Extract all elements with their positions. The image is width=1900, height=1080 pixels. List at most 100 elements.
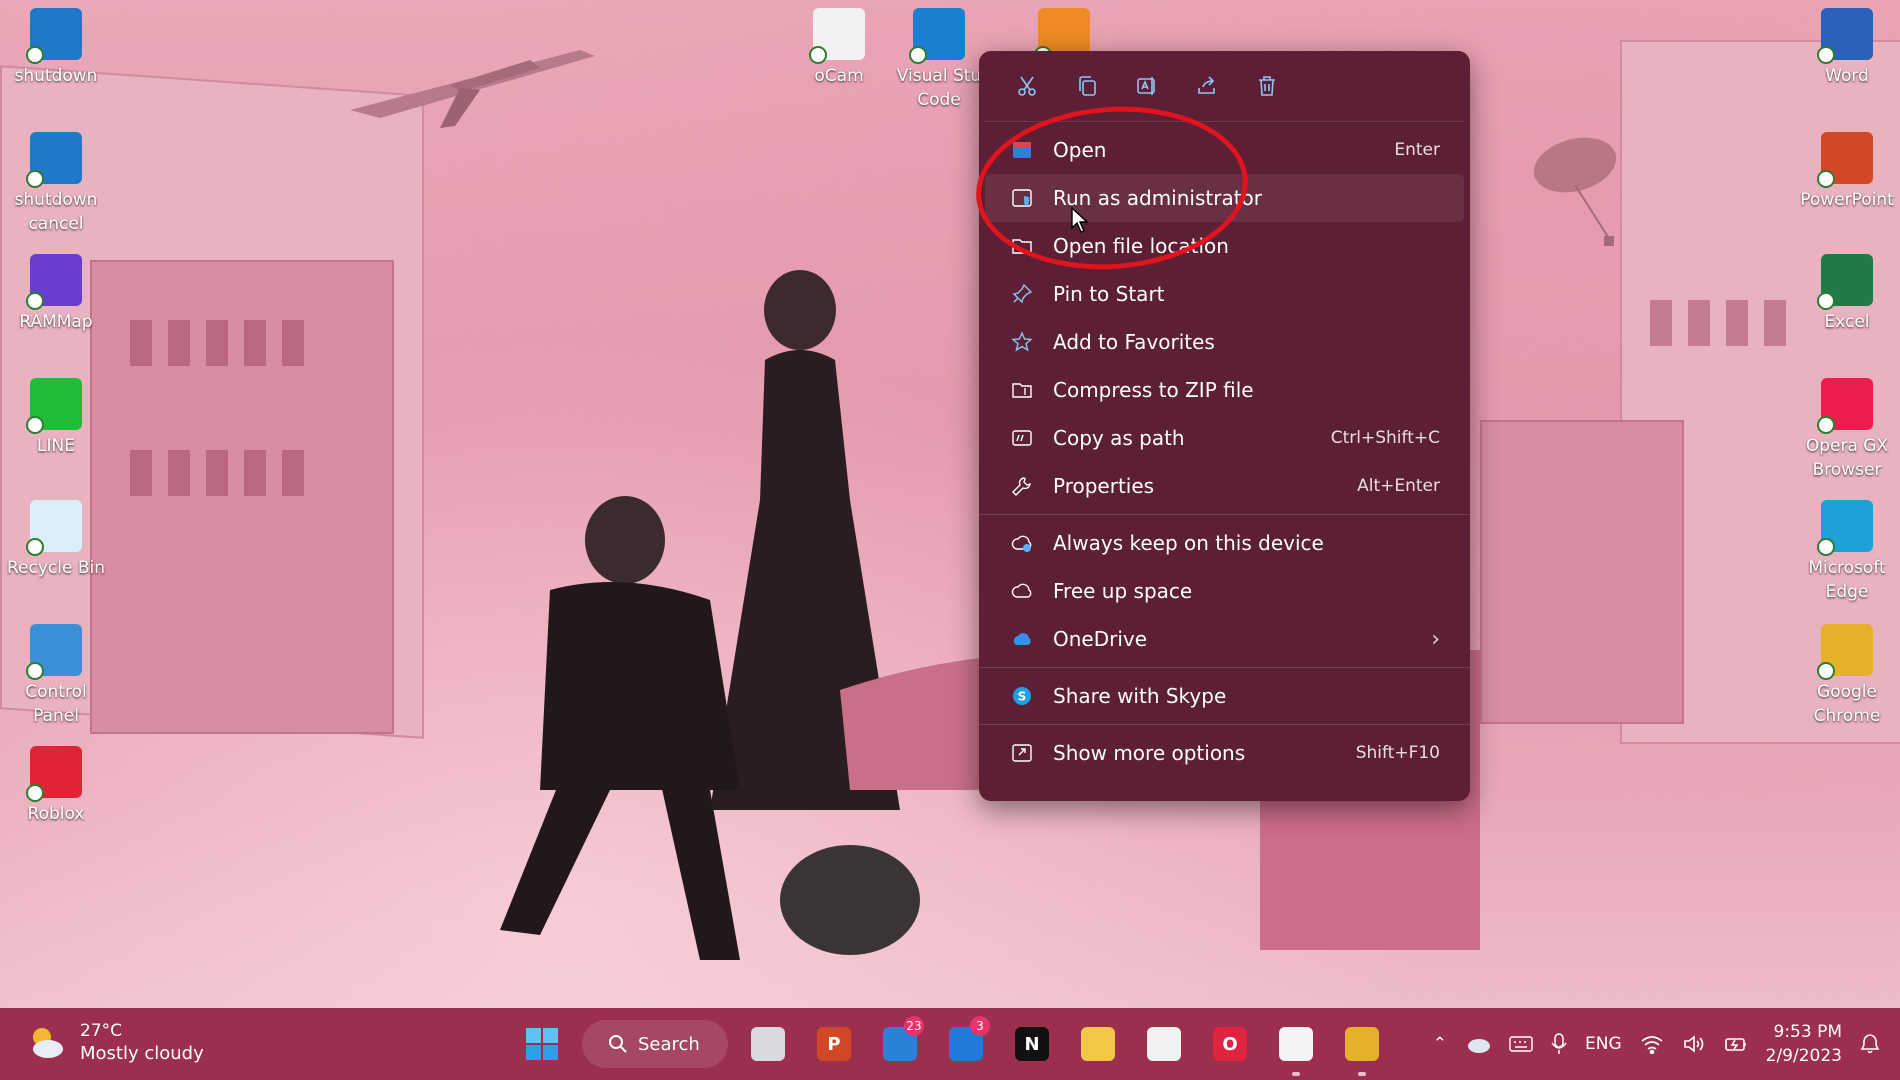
battery-icon[interactable] xyxy=(1724,1034,1748,1054)
system-tray: ⌃ ENG 9:53 PM 2/9/2023 xyxy=(1433,1018,1880,1070)
delete-button[interactable] xyxy=(1249,68,1285,104)
onedrive-tray-icon[interactable] xyxy=(1465,1034,1491,1054)
rename-button[interactable] xyxy=(1129,68,1165,104)
chevron-right-icon: › xyxy=(1431,626,1440,652)
desktop-icon-excel[interactable]: Excel xyxy=(1792,254,1900,334)
rename-icon xyxy=(1137,77,1155,95)
more-options-icon xyxy=(1009,740,1035,766)
taskbar-app-file-explorer[interactable] xyxy=(1072,1020,1124,1068)
taskbar-app-google-chrome[interactable] xyxy=(1336,1020,1388,1076)
menu-item-always-keep-on-this-device[interactable]: Always keep on this device xyxy=(985,519,1464,567)
menu-item-properties[interactable]: Properties Alt+Enter xyxy=(985,462,1464,510)
show-hidden-icons-chevron-icon[interactable]: ⌃ xyxy=(1433,1034,1447,1054)
desktop-icon-label: Google Chrome xyxy=(1813,682,1881,726)
taskbar-app-powerpoint[interactable]: P xyxy=(808,1020,860,1068)
desktop-icon-roblox[interactable]: Roblox xyxy=(1,746,111,826)
desktop-icon-powerpoint[interactable]: PowerPoint xyxy=(1792,132,1900,212)
svg-text:S: S xyxy=(1018,690,1027,704)
taskbar-app-opera[interactable]: O xyxy=(1204,1020,1256,1068)
menu-item-add-to-favorites[interactable]: Add to Favorites xyxy=(985,318,1464,366)
taskbar: 27°C Mostly cloudy Search P 23 3 N O ⌃ ENG 9… xyxy=(0,1008,1900,1080)
desktop-icon-word[interactable]: Word xyxy=(1792,8,1900,88)
taskbar-search[interactable]: Search xyxy=(582,1020,728,1068)
menu-item-label: Show more options xyxy=(1053,741,1246,765)
menu-item-onedrive[interactable]: OneDrive › xyxy=(985,615,1464,663)
ocam-icon xyxy=(809,8,865,64)
run-as-admin-icon xyxy=(1009,185,1035,211)
desktop-icon-label: RAMMap xyxy=(19,312,93,332)
desktop-icon-opera-gx[interactable]: Opera GX Browser xyxy=(1792,378,1900,482)
desktop-icon-google-chrome[interactable]: Google Chrome xyxy=(1792,624,1900,728)
menu-item-label: Pin to Start xyxy=(1053,282,1165,306)
running-indicator xyxy=(1358,1072,1366,1076)
taskbar-app-microsoft-teams[interactable]: 23 xyxy=(874,1016,926,1068)
edge-icon xyxy=(1817,500,1873,556)
desktop-icon-ocam[interactable]: oCam xyxy=(784,8,894,88)
clock-date: 2/9/2023 xyxy=(1765,1046,1842,1066)
share-button[interactable] xyxy=(1189,68,1225,104)
desktop-icon-microsoft-edge[interactable]: Microsoft Edge xyxy=(1792,500,1900,604)
copy-icon xyxy=(1079,76,1096,96)
menu-item-show-more-options[interactable]: Show more options Shift+F10 xyxy=(985,729,1464,777)
taskbar-app-ocam[interactable] xyxy=(1270,1020,1322,1076)
taskbar-app-task-view[interactable] xyxy=(742,1020,794,1068)
menu-item-share-with-skype[interactable]: S Share with Skype xyxy=(985,672,1464,720)
powerpoint-icon: P xyxy=(817,1027,851,1061)
desktop-icon-rammap[interactable]: RAMMap xyxy=(1,254,111,334)
menu-item-compress-to-zip-file[interactable]: Compress to ZIP file xyxy=(985,366,1464,414)
clock[interactable]: 9:53 PM 2/9/2023 xyxy=(1766,1020,1842,1068)
copy-button[interactable] xyxy=(1069,68,1105,104)
desktop-icon-label: Excel xyxy=(1824,312,1870,332)
cloud-icon xyxy=(1009,578,1035,604)
onedrive-icon xyxy=(1009,626,1035,652)
menu-item-open[interactable]: Open Enter xyxy=(985,126,1464,174)
start-button[interactable] xyxy=(516,1020,568,1068)
building-windows xyxy=(1650,300,1786,346)
windows-start-icon xyxy=(526,1028,558,1060)
sync-check-icon xyxy=(809,46,827,64)
menu-item-pin-to-start[interactable]: Pin to Start xyxy=(985,270,1464,318)
menu-item-shortcut: Shift+F10 xyxy=(1355,743,1440,763)
desktop-icon-label: Visual Stu Code xyxy=(896,66,982,110)
desktop-icon-control-panel[interactable]: Control Panel xyxy=(1,624,111,728)
desktop-icon-shutdown[interactable]: shutdown xyxy=(1,8,111,88)
microphone-icon[interactable] xyxy=(1551,1033,1567,1055)
notifications-icon[interactable] xyxy=(1860,1033,1880,1055)
desktop-icon-shutdown-cancel[interactable]: shutdown cancel xyxy=(1,132,111,236)
weather-widget[interactable]: 27°C Mostly cloudy xyxy=(26,1020,204,1066)
desktop-icon-label: Microsoft Edge xyxy=(1808,558,1886,602)
sync-check-icon xyxy=(1817,416,1835,434)
menu-item-label: OneDrive xyxy=(1053,627,1148,651)
building-windows xyxy=(130,450,304,496)
desktop-icon-line[interactable]: LINE xyxy=(1,378,111,458)
menu-item-copy-as-path[interactable]: Copy as path Ctrl+Shift+C xyxy=(985,414,1464,462)
menu-item-open-file-location[interactable]: Open file location xyxy=(985,222,1464,270)
parachute-crate-graphic xyxy=(1533,137,1617,246)
cut-button[interactable] xyxy=(1009,68,1045,104)
store-icon xyxy=(1147,1027,1181,1061)
sync-check-icon xyxy=(1817,46,1835,64)
word-icon xyxy=(1817,8,1873,64)
menu-item-run-as-administrator[interactable]: Run as administrator xyxy=(985,174,1464,222)
clock-time: 9:53 PM xyxy=(1773,1022,1843,1042)
wifi-icon[interactable] xyxy=(1640,1034,1664,1054)
sync-check-icon xyxy=(26,784,44,802)
sync-check-icon xyxy=(26,170,44,188)
sync-check-icon xyxy=(1817,538,1835,556)
chrome-icon xyxy=(1345,1027,1379,1061)
volume-icon[interactable] xyxy=(1682,1034,1706,1054)
menu-item-free-up-space[interactable]: Free up space xyxy=(985,567,1464,615)
zip-icon xyxy=(1009,377,1035,403)
taskbar-app-microsoft-store[interactable] xyxy=(1138,1020,1190,1068)
excel-icon xyxy=(1817,254,1873,310)
taskbar-app-netflix[interactable]: N xyxy=(1006,1020,1058,1068)
taskbar-app-mail[interactable]: 3 xyxy=(940,1016,992,1068)
weather-text: 27°C Mostly cloudy xyxy=(80,1020,204,1066)
netflix-icon: N xyxy=(1015,1027,1049,1061)
weather-temperature: 27°C xyxy=(80,1021,123,1041)
language-indicator[interactable]: ENG xyxy=(1585,1034,1622,1054)
keyboard-icon[interactable] xyxy=(1509,1035,1533,1053)
shutdown-cancel-icon xyxy=(26,132,82,188)
desktop-icon-visual-studio-code[interactable]: Visual Stu Code xyxy=(884,8,994,112)
desktop-icon-recycle-bin[interactable]: Recycle Bin xyxy=(1,500,111,580)
